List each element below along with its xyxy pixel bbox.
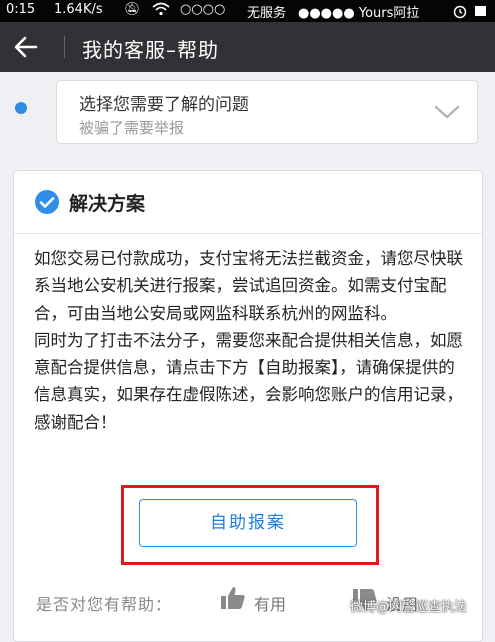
step-indicator-dot bbox=[15, 102, 27, 114]
signal-carrier-2: ●●●●● Yours阿拉 bbox=[298, 6, 420, 21]
solution-card: 解决方案 如您交易已付款成功，支付宝将无法拦截资金，请您尽快联系当地公安机关进行… bbox=[13, 170, 483, 642]
check-circle-icon bbox=[34, 189, 60, 215]
title-bar: 我的客服–帮助 bbox=[0, 22, 495, 72]
status-bar: 0:15 1.64K/s 🔕︎ ○○○○ 无服务 ●●●●● Yours阿拉 bbox=[0, 0, 495, 22]
page-title: 我的客服–帮助 bbox=[82, 38, 219, 62]
divider bbox=[14, 233, 482, 234]
solution-paragraph-1: 如您交易已付款成功，支付宝将无法拦截资金，请您尽快联系当地公安机关进行报案，尝试… bbox=[34, 249, 463, 323]
status-time: 0:15 bbox=[6, 2, 36, 17]
status-no-service: 无服务 bbox=[247, 6, 287, 21]
thumbs-up-icon bbox=[221, 587, 245, 609]
status-network-speed: 1.64K/s bbox=[54, 2, 103, 17]
feedback-question: 是否对您有帮助： bbox=[36, 595, 173, 614]
wifi-icon bbox=[152, 2, 170, 20]
battery-icon bbox=[474, 4, 488, 22]
signal-carrier-1: ○○○○ bbox=[180, 2, 226, 17]
title-divider bbox=[64, 36, 65, 58]
useful-label: 有用 bbox=[254, 595, 287, 614]
alarm-icon bbox=[452, 3, 468, 23]
solution-paragraph-2: 同时为了打击不法分子，需要您来配合提供相关信息，如愿意配合提供信息，请点击下方【… bbox=[34, 330, 463, 432]
watermark-text: 微博@网警巡查执法 bbox=[350, 600, 468, 615]
question-selected-value: 被骗了需要举报 bbox=[79, 119, 185, 137]
solution-text: 如您交易已付款成功，支付宝将无法拦截资金，请您尽快联系当地公安机关进行报案，尝试… bbox=[34, 245, 466, 436]
back-arrow-icon[interactable] bbox=[12, 34, 40, 60]
solution-title: 解决方案 bbox=[69, 193, 146, 215]
mute-icon: 🔕︎ bbox=[124, 2, 141, 17]
self-report-button[interactable]: 自助报案 bbox=[139, 499, 357, 547]
chevron-down-icon[interactable] bbox=[433, 103, 461, 121]
question-selector[interactable]: 选择您需要了解的问题 被骗了需要举报 bbox=[56, 80, 478, 144]
question-label: 选择您需要了解的问题 bbox=[79, 95, 249, 115]
